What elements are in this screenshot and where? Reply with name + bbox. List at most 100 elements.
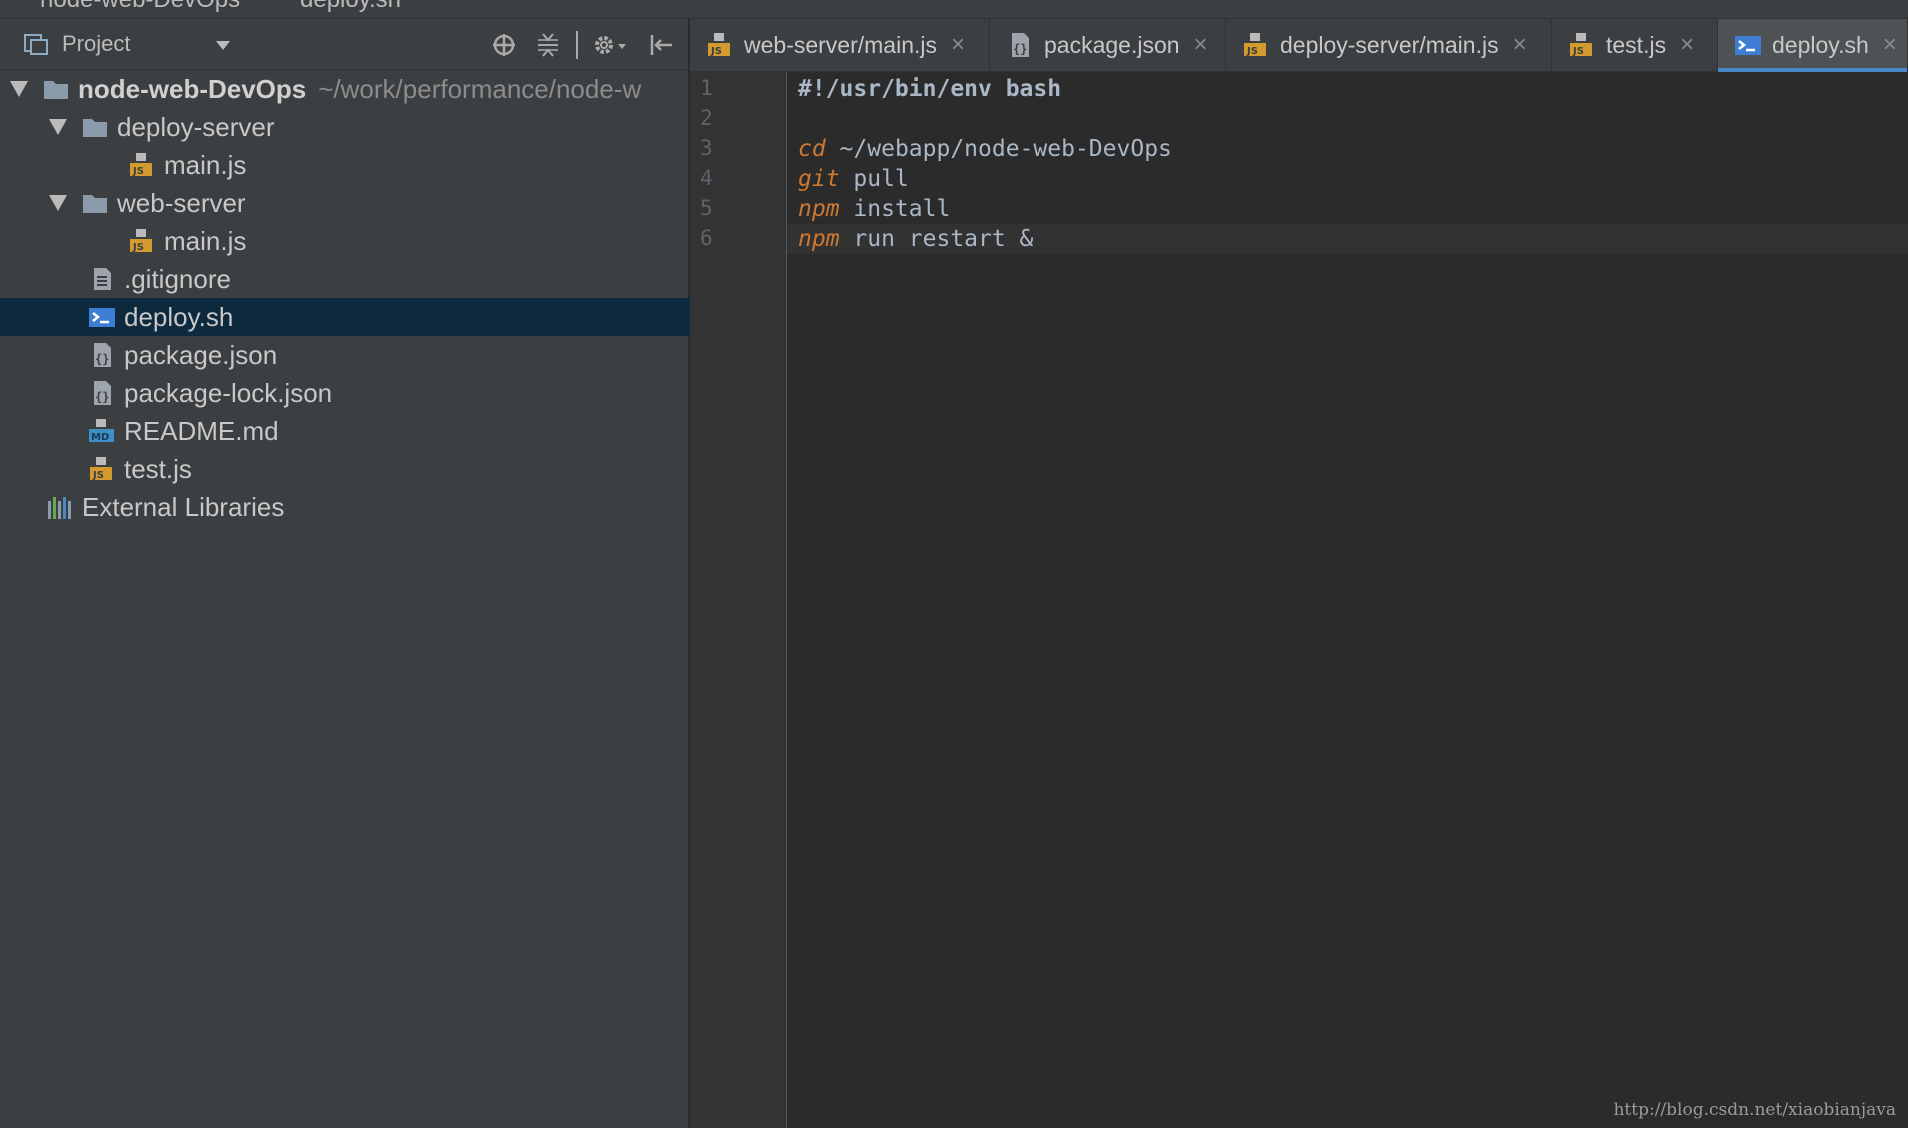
tab-test-js[interactable]: JS test.js × bbox=[1552, 19, 1718, 71]
svg-text:JS: JS bbox=[1246, 46, 1258, 57]
js-file-icon: JS bbox=[90, 457, 112, 481]
toolbar-divider bbox=[576, 31, 578, 59]
code-line[interactable]: git pull bbox=[798, 164, 909, 194]
code-line[interactable]: cd ~/webapp/node-web-DevOps bbox=[798, 134, 1172, 164]
close-icon[interactable]: × bbox=[1513, 31, 1527, 59]
shell-file-icon bbox=[89, 308, 115, 327]
svg-text:{}: {} bbox=[95, 352, 109, 366]
line-number: 6 bbox=[700, 226, 713, 250]
code-command: npm bbox=[798, 196, 840, 222]
project-view-selector[interactable]: Project bbox=[22, 31, 130, 57]
code-text: install bbox=[839, 196, 951, 222]
tab-label: deploy-server/main.js bbox=[1280, 31, 1499, 58]
close-icon[interactable]: × bbox=[951, 31, 965, 59]
code-command: npm bbox=[798, 226, 840, 252]
tab-deploy-server-main-js[interactable]: JS deploy-server/main.js × bbox=[1226, 19, 1552, 71]
expand-arrow-icon[interactable] bbox=[10, 81, 28, 97]
project-icon bbox=[24, 34, 48, 55]
tree-item-package-json[interactable]: {} package.json bbox=[0, 336, 776, 374]
tree-item-web-server[interactable]: web-server bbox=[0, 184, 737, 222]
hide-icon[interactable] bbox=[648, 31, 676, 59]
tree-item-label: node-web-DevOps bbox=[78, 73, 307, 104]
tree-item-label: deploy.sh bbox=[124, 301, 234, 332]
tab-package-json[interactable]: {} package.json × bbox=[990, 19, 1226, 71]
tab-label: deploy.sh bbox=[1772, 31, 1869, 58]
code-text: #!/usr/bin/env bash bbox=[798, 76, 1062, 102]
breadcrumb-item-file[interactable]: deploy.sh bbox=[300, 0, 401, 14]
json-file-icon: {} bbox=[94, 343, 111, 367]
project-path: ~/work/performance/node-w bbox=[318, 73, 642, 104]
folder-icon bbox=[44, 81, 68, 99]
folder-icon bbox=[83, 195, 107, 213]
tree-item-readme-md[interactable]: MD README.md bbox=[0, 412, 776, 450]
svg-text:JS: JS bbox=[92, 470, 104, 481]
svg-text:MD: MD bbox=[91, 432, 109, 443]
line-number: 2 bbox=[700, 106, 713, 130]
svg-text:JS: JS bbox=[132, 166, 144, 177]
tree-item-gitignore[interactable]: .gitignore bbox=[0, 260, 776, 298]
code-line-current[interactable]: npm run restart & bbox=[787, 224, 1908, 254]
gear-icon[interactable] bbox=[590, 31, 630, 59]
collapse-icon[interactable] bbox=[534, 31, 562, 59]
close-icon[interactable]: × bbox=[1883, 31, 1897, 59]
code-text: ~/webapp/node-web-DevOps bbox=[825, 136, 1172, 162]
code-text: pull bbox=[839, 166, 909, 192]
expand-arrow-icon[interactable] bbox=[49, 119, 67, 135]
tree-item-external-libraries[interactable]: External Libraries bbox=[0, 488, 734, 526]
line-number: 5 bbox=[700, 196, 713, 220]
tab-deploy-sh[interactable]: deploy.sh × bbox=[1718, 19, 1908, 72]
tree-item-label: deploy-server bbox=[117, 111, 275, 142]
json-file-icon: {} bbox=[94, 381, 111, 405]
tree-item-label: package.json bbox=[124, 339, 278, 370]
line-number: 4 bbox=[700, 166, 713, 190]
js-file-icon: JS bbox=[708, 33, 730, 57]
svg-text:JS: JS bbox=[710, 46, 722, 57]
code-text: run restart & bbox=[839, 226, 1034, 252]
tab-label: package.json bbox=[1044, 31, 1180, 58]
tree-item-label: package-lock.json bbox=[124, 377, 333, 408]
breadcrumb-item-project[interactable]: node-web-DevOps bbox=[40, 0, 240, 14]
close-icon[interactable]: × bbox=[1680, 31, 1694, 59]
tab-label: web-server/main.js bbox=[744, 31, 937, 58]
tree-item-deploy-server[interactable]: deploy-server bbox=[0, 108, 737, 146]
close-icon[interactable]: × bbox=[1194, 31, 1208, 59]
project-title: Project bbox=[62, 31, 131, 56]
tree-item-label: External Libraries bbox=[82, 491, 285, 522]
line-number: 3 bbox=[700, 136, 713, 160]
locate-icon[interactable] bbox=[490, 31, 518, 59]
line-number: 1 bbox=[700, 76, 713, 100]
tree-item-label: .gitignore bbox=[124, 263, 231, 294]
svg-text:JS: JS bbox=[1572, 46, 1584, 57]
tree-item-project-root[interactable]: node-web-DevOps ~/work/performance/node-… bbox=[0, 70, 698, 108]
tab-web-server-main-js[interactable]: JS web-server/main.js × bbox=[690, 19, 990, 71]
project-toolbar: Project bbox=[0, 19, 688, 70]
tree-item-label: main.js bbox=[164, 225, 247, 256]
libraries-icon bbox=[48, 497, 71, 519]
js-file-icon: JS bbox=[130, 229, 152, 253]
tree-item-test-js[interactable]: JS test.js bbox=[0, 450, 776, 488]
svg-text:{}: {} bbox=[95, 390, 109, 404]
expand-arrow-icon[interactable] bbox=[49, 195, 67, 211]
js-file-icon: JS bbox=[130, 153, 152, 177]
json-file-icon: {} bbox=[1012, 33, 1029, 57]
project-panel: Project node-web-DevOps ~/work/performan… bbox=[0, 19, 776, 1128]
tree-item-label: web-server bbox=[117, 187, 246, 218]
js-file-icon: JS bbox=[1570, 33, 1592, 57]
tree-item-label: main.js bbox=[164, 149, 247, 180]
tree-item-package-lock-json[interactable]: {} package-lock.json bbox=[0, 374, 776, 412]
tree-item-deploy-sh[interactable]: deploy.sh bbox=[0, 298, 776, 336]
watermark: http://blog.csdn.net/xiaobianjava bbox=[1613, 1100, 1896, 1120]
code-line[interactable]: npm install bbox=[798, 194, 950, 224]
tree-item-label: README.md bbox=[124, 415, 279, 446]
svg-text:JS: JS bbox=[132, 242, 144, 253]
js-file-icon: JS bbox=[1244, 33, 1266, 57]
code-line[interactable]: #!/usr/bin/env bash bbox=[798, 74, 1061, 104]
tree-item-label: test.js bbox=[124, 453, 192, 484]
chevron-down-icon[interactable] bbox=[216, 41, 230, 50]
code-editor[interactable]: #!/usr/bin/env bash cd ~/webapp/node-web… bbox=[787, 72, 1908, 1128]
breadcrumb: node-web-DevOps deploy.sh bbox=[0, 0, 1908, 19]
code-command: git bbox=[798, 166, 840, 192]
svg-text:{}: {} bbox=[1013, 42, 1027, 56]
line-number-gutter[interactable]: 1 2 3 4 5 6 bbox=[690, 72, 787, 1128]
tab-label: test.js bbox=[1606, 31, 1667, 58]
